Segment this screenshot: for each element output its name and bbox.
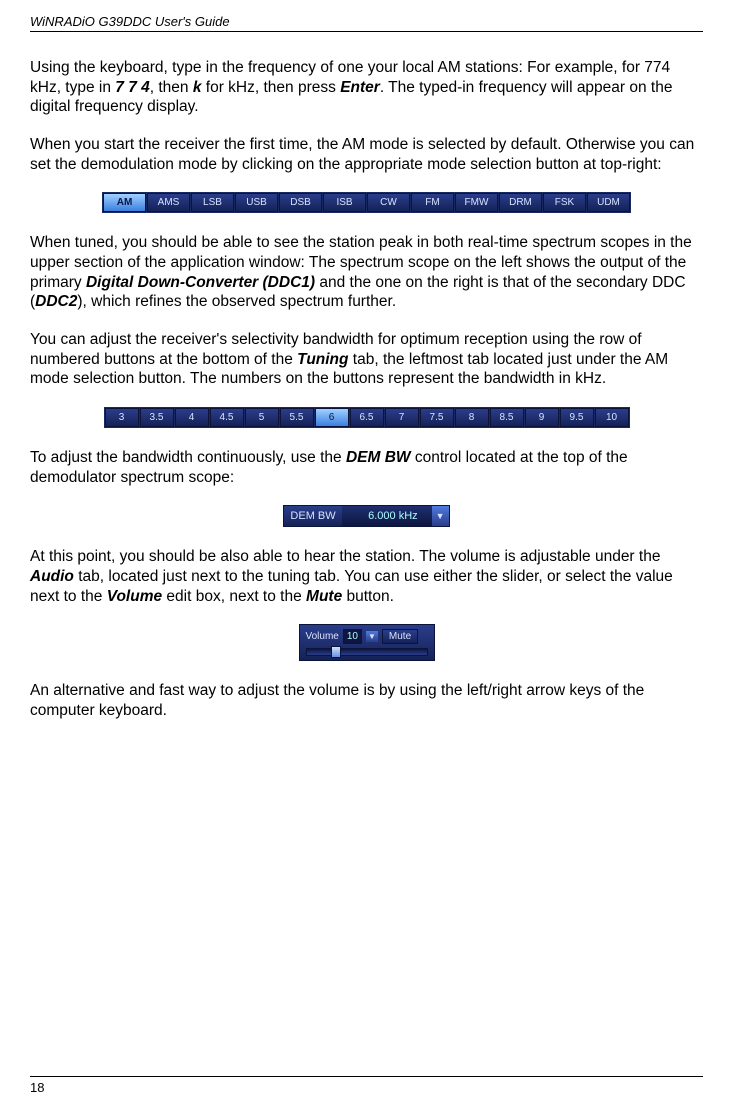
paragraph-dembw: To adjust the bandwidth continuously, us… [30,448,703,487]
bandwidth-button-7-5[interactable]: 7.5 [420,408,454,427]
bandwidth-button-4-5[interactable]: 4.5 [210,408,244,427]
dembw-dropdown-button[interactable]: ▼ [432,506,449,526]
mode-button-isb[interactable]: ISB [323,193,366,212]
bandwidth-button-5-5[interactable]: 5.5 [280,408,314,427]
bandwidth-button-5[interactable]: 5 [245,408,279,427]
paragraph-ddc: When tuned, you should be able to see th… [30,233,703,312]
mode-button-ams[interactable]: AMS [147,193,190,212]
volume-label: Volume [306,631,339,642]
bandwidth-button-8[interactable]: 8 [455,408,489,427]
figure-bandwidth-buttons: 33.544.555.566.577.588.599.510 [30,407,703,428]
mode-button-cw[interactable]: CW [367,193,410,212]
volume-value-field[interactable]: 10 [343,629,362,644]
bandwidth-button-9-5[interactable]: 9.5 [560,408,594,427]
paragraph-mode-intro: When you start the receiver the first ti… [30,135,703,174]
volume-dropdown-button[interactable]: ▼ [366,631,378,642]
mode-button-udm[interactable]: UDM [587,193,630,212]
figure-dembw-control: DEM BW 6.000 kHz ▼ [30,505,703,527]
page-footer: 18 [30,1076,703,1097]
bandwidth-button-3[interactable]: 3 [105,408,139,427]
mute-button[interactable]: Mute [382,629,418,644]
volume-slider-thumb[interactable] [331,646,341,658]
page-number: 18 [30,1080,44,1095]
mode-button-fm[interactable]: FM [411,193,454,212]
mode-button-drm[interactable]: DRM [499,193,542,212]
bandwidth-button-10[interactable]: 10 [595,408,629,427]
bandwidth-button-6[interactable]: 6 [315,408,349,427]
bandwidth-button-6-5[interactable]: 6.5 [350,408,384,427]
mode-button-fmw[interactable]: FMW [455,193,498,212]
figure-mode-buttons: AMAMSLSBUSBDSBISBCWFMFMWDRMFSKUDM [30,192,703,213]
bandwidth-button-9[interactable]: 9 [525,408,559,427]
mode-button-dsb[interactable]: DSB [279,193,322,212]
mode-button-am[interactable]: AM [103,193,146,212]
bandwidth-button-7[interactable]: 7 [385,408,419,427]
paragraph-arrow-keys: An alternative and fast way to adjust th… [30,681,703,720]
mode-button-lsb[interactable]: LSB [191,193,234,212]
page-header: WiNRADiO G39DDC User's Guide [30,14,703,32]
dembw-value-field[interactable]: 6.000 kHz [342,506,432,526]
volume-slider[interactable] [306,648,428,656]
bandwidth-button-8-5[interactable]: 8.5 [490,408,524,427]
mode-button-usb[interactable]: USB [235,193,278,212]
bandwidth-button-3-5[interactable]: 3.5 [140,408,174,427]
bandwidth-button-4[interactable]: 4 [175,408,209,427]
dembw-label: DEM BW [284,506,341,526]
figure-volume-control: Volume 10 ▼ Mute [30,624,703,661]
paragraph-audio: At this point, you should be also able t… [30,547,703,606]
paragraph-frequency-entry: Using the keyboard, type in the frequenc… [30,58,703,117]
mode-button-fsk[interactable]: FSK [543,193,586,212]
paragraph-bandwidth: You can adjust the receiver's selectivit… [30,330,703,389]
